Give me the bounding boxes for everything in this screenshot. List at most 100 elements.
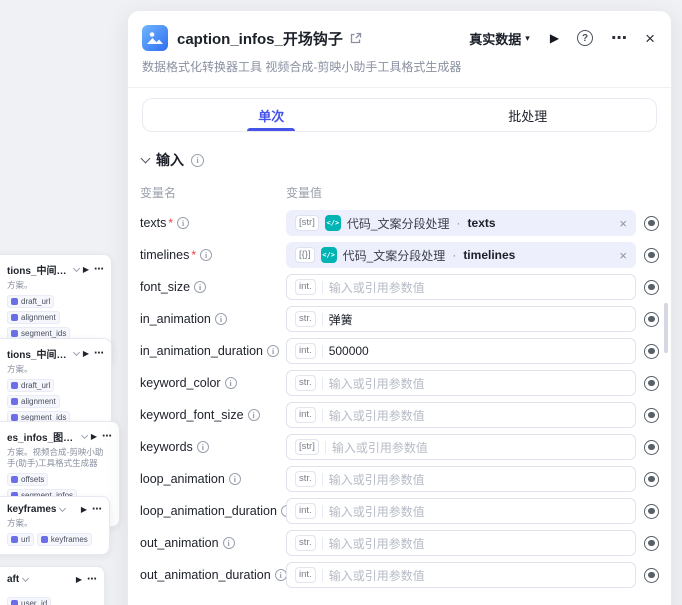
divider — [322, 377, 323, 390]
focus-node-icon[interactable] — [644, 472, 659, 487]
collapse-input-icon[interactable] — [141, 154, 151, 164]
field-icon — [11, 600, 18, 605]
focus-node-icon[interactable] — [644, 344, 659, 359]
run-node-icon[interactable]: ▶ — [81, 505, 87, 514]
param-placeholder: 输入或引用参数值 — [329, 279, 425, 296]
more-icon[interactable]: ⋯ — [94, 348, 103, 359]
more-icon[interactable]: ⋯ — [92, 504, 101, 515]
focus-node-icon[interactable] — [644, 280, 659, 295]
data-mode-toggle[interactable]: 真实数据 ▾ — [469, 29, 530, 48]
scrollbar[interactable] — [664, 303, 668, 353]
node-title: tions_中间强调词_b — [7, 262, 70, 277]
focus-node-icon[interactable] — [644, 408, 659, 423]
type-tag: [str] — [295, 439, 319, 454]
focus-node-icon[interactable] — [644, 568, 659, 583]
param-value-input[interactable]: str. 输入或引用参数值 — [286, 530, 636, 556]
more-icon[interactable]: ⋯ — [611, 28, 627, 48]
run-node-icon[interactable]: ▶ — [83, 349, 89, 358]
chevron-down-icon[interactable] — [22, 575, 29, 582]
ref-source: 代码_文案分段处理 — [347, 215, 450, 232]
output-tag: user_id — [7, 597, 51, 605]
node-title: keyframes — [7, 504, 56, 515]
tab-single[interactable]: 单次 — [143, 99, 400, 131]
param-name: loop_animation_duration — [140, 504, 277, 518]
divider — [322, 409, 323, 422]
info-icon[interactable] — [223, 537, 235, 549]
param-value-input[interactable]: str. 输入或引用参数值 — [286, 466, 636, 492]
more-icon[interactable]: ⋯ — [94, 264, 103, 275]
param-value-reference[interactable]: [{}] </> 代码_文案分段处理 · timelines × — [286, 242, 636, 268]
more-icon[interactable]: ⋯ — [87, 574, 96, 585]
focus-node-icon[interactable] — [644, 216, 659, 231]
param-value-input[interactable]: int. 输入或引用参数值 — [286, 274, 636, 300]
chevron-down-icon[interactable] — [73, 265, 80, 272]
info-icon[interactable] — [191, 154, 204, 167]
tab-batch[interactable]: 批处理 — [400, 99, 657, 131]
divider — [322, 313, 323, 326]
param-placeholder: 输入或引用参数值 — [332, 439, 428, 456]
ref-field: texts — [468, 216, 496, 230]
param-value-input[interactable]: int. 输入或引用参数值 — [286, 562, 636, 588]
run-node-icon[interactable]: ▶ — [91, 432, 97, 441]
required-mark: * — [191, 248, 196, 262]
remove-reference-icon[interactable]: × — [613, 217, 627, 230]
help-icon[interactable]: ? — [577, 30, 593, 46]
input-row: loop_animation str. 输入或引用参数值 — [140, 466, 659, 492]
param-placeholder: 输入或引用参数值 — [329, 407, 425, 424]
focus-node-icon[interactable] — [644, 312, 659, 327]
node-title: tions_中间强调词 — [7, 346, 70, 361]
param-name: keyword_font_size — [140, 408, 244, 422]
info-icon[interactable] — [225, 377, 237, 389]
focus-node-icon[interactable] — [644, 248, 659, 263]
output-tag: keyframes — [37, 533, 92, 546]
info-icon[interactable] — [267, 345, 279, 357]
chevron-down-icon[interactable] — [81, 432, 88, 439]
panel-header: caption_infos_开场钩子 真实数据 ▾ ▶ ? ⋯ × — [128, 11, 671, 51]
param-value-input[interactable]: int. 输入或引用参数值 — [286, 498, 636, 524]
workflow-node[interactable]: aft ▶ ⋯ user_id — [0, 566, 105, 605]
param-value-input[interactable]: str. 弹簧 — [286, 306, 636, 332]
param-name: out_animation_duration — [140, 568, 271, 582]
info-icon[interactable] — [248, 409, 260, 421]
input-row: keyword_font_size int. 输入或引用参数值 — [140, 402, 659, 428]
info-icon[interactable] — [197, 441, 209, 453]
open-detail-icon[interactable] — [349, 32, 362, 45]
info-icon[interactable] — [229, 473, 241, 485]
param-placeholder: 输入或引用参数值 — [329, 471, 425, 488]
node-icon — [142, 25, 168, 51]
input-row: keywords [str] 输入或引用参数值 — [140, 434, 659, 460]
workflow-canvas: tions_中间强调词_b ▶ ⋯ 方案。 draft_url alignmen… — [0, 0, 682, 605]
info-icon[interactable] — [275, 569, 287, 581]
type-tag: str. — [295, 375, 316, 390]
info-icon[interactable] — [194, 281, 206, 293]
param-value-input[interactable]: int. 500000 — [286, 338, 636, 364]
focus-node-icon[interactable] — [644, 536, 659, 551]
data-mode-label: 真实数据 — [469, 29, 521, 48]
param-value-input[interactable]: str. 输入或引用参数值 — [286, 370, 636, 396]
run-node-icon[interactable]: ▶ — [76, 575, 82, 584]
run-button[interactable]: ▶ — [550, 31, 559, 45]
divider — [322, 569, 323, 582]
run-node-icon[interactable]: ▶ — [83, 265, 89, 274]
param-value-input[interactable]: int. 输入或引用参数值 — [286, 402, 636, 428]
more-icon[interactable]: ⋯ — [102, 431, 111, 442]
type-tag: int. — [295, 567, 316, 582]
info-icon[interactable] — [215, 313, 227, 325]
info-icon[interactable] — [177, 217, 189, 229]
param-name: keyword_color — [140, 376, 221, 390]
workflow-node[interactable]: keyframes ▶ ⋯ 方案。 url keyframes — [0, 496, 110, 555]
focus-node-icon[interactable] — [644, 376, 659, 391]
focus-node-icon[interactable] — [644, 440, 659, 455]
field-icon — [41, 536, 48, 543]
field-icon — [11, 536, 18, 543]
focus-node-icon[interactable] — [644, 504, 659, 519]
param-value-input[interactable]: [str] 输入或引用参数值 — [286, 434, 636, 460]
info-icon[interactable] — [200, 249, 212, 261]
param-value-reference[interactable]: [str] </> 代码_文案分段处理 · texts × — [286, 210, 636, 236]
remove-reference-icon[interactable]: × — [613, 249, 627, 262]
param-name: in_animation — [140, 312, 211, 326]
close-icon[interactable]: × — [645, 30, 655, 47]
chevron-down-icon[interactable] — [73, 349, 80, 356]
required-mark: * — [168, 216, 173, 230]
chevron-down-icon[interactable] — [59, 505, 66, 512]
